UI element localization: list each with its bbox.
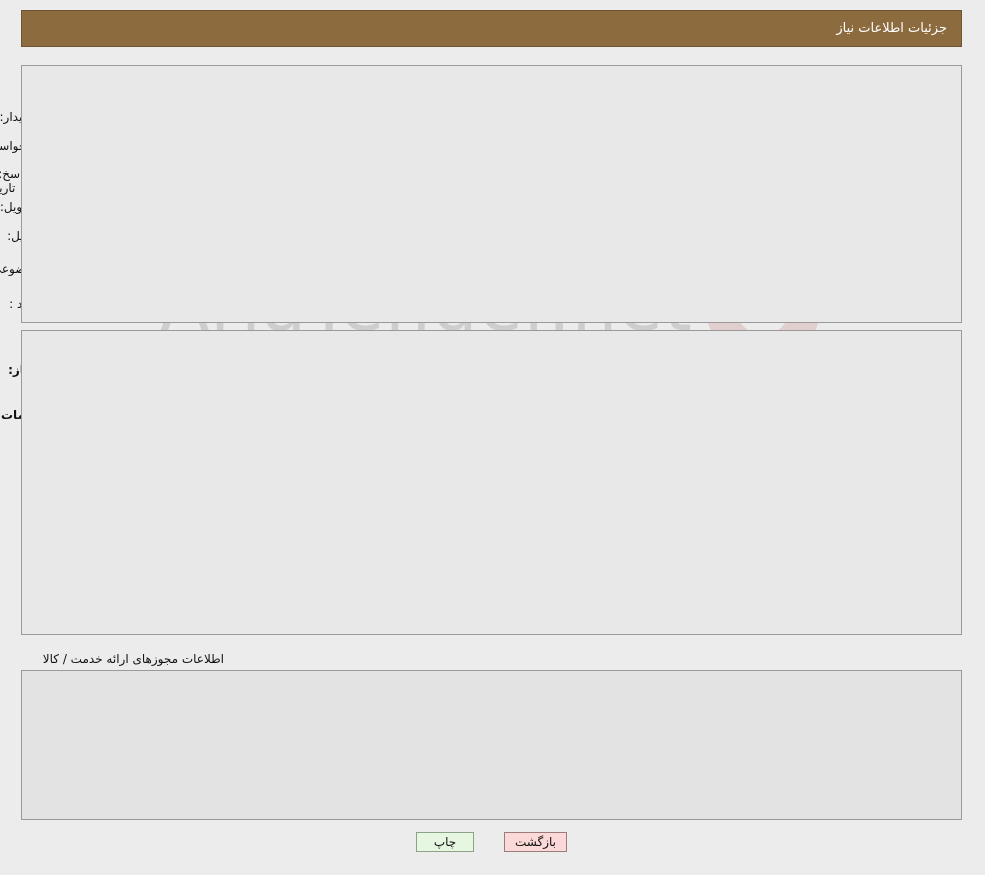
permits-section-caption: اطلاعات مجوزهای ارائه خدمت / کالا [43,652,225,666]
print-button[interactable]: چاپ [417,832,475,852]
footer-buttons: بازگشت چاپ [0,832,985,852]
page-title: جزئیات اطلاعات نیاز [837,21,948,36]
page-header: جزئیات اطلاعات نیاز [22,10,963,47]
permits-panel [22,670,963,820]
need-info-panel [22,65,963,323]
deadline-label-line2: تاریخ: [0,181,17,195]
back-button[interactable]: بازگشت [505,832,568,852]
need-description-panel [22,330,963,635]
